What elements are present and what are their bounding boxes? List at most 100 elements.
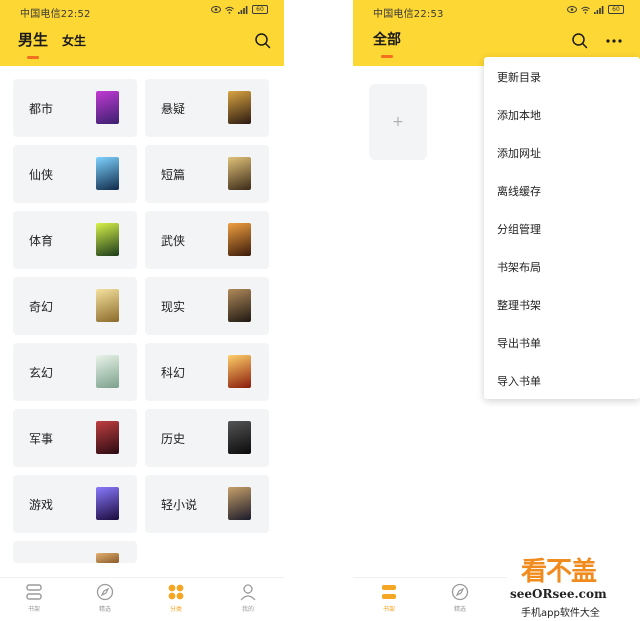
book-cover [96, 91, 119, 124]
book-cover [228, 355, 251, 388]
nav-featured[interactable]: 精选 [440, 583, 480, 613]
category-card-wuxia[interactable]: 武侠 [145, 211, 269, 269]
more-icon[interactable] [605, 32, 623, 50]
compass-icon [451, 583, 469, 601]
book-cover [228, 421, 251, 454]
nav-bookshelf[interactable]: 书架 [369, 583, 409, 613]
battery-icon: 60 [252, 5, 268, 14]
book-cover [228, 157, 251, 190]
category-card-sports[interactable]: 体育 [13, 211, 137, 269]
category-card-fantasy[interactable]: 奇幻 [13, 277, 137, 335]
category-card-scifi[interactable]: 科幻 [145, 343, 269, 401]
category-label: 玄幻 [29, 366, 54, 380]
nav-label: 分类 [169, 606, 182, 613]
bookshelf-icon [26, 584, 42, 600]
category-card-realistic[interactable]: 现实 [145, 277, 269, 335]
book-cover [228, 487, 251, 520]
profile-icon [240, 584, 256, 601]
screenshot-root: 中国电信22:52 60 男生 女生 都市 悬疑 仙侠 短篇 体育 武侠 奇幻 … [0, 0, 640, 621]
book-cover [96, 421, 119, 454]
signal-icon [594, 5, 604, 14]
menu-item-import-list[interactable]: 导入书单 [497, 373, 541, 389]
category-label: 武侠 [161, 234, 186, 248]
category-card-short[interactable]: 短篇 [145, 145, 269, 203]
book-cover [228, 289, 251, 322]
book-cover [96, 553, 119, 563]
battery-icon: 60 [608, 5, 624, 14]
menu-item-update-catalog[interactable]: 更新目录 [497, 69, 541, 85]
menu-item-shelf-layout[interactable]: 书架布局 [497, 259, 541, 275]
nav-label: 精选 [98, 606, 111, 613]
category-label: 都市 [29, 102, 54, 116]
category-card-xuanhuan[interactable]: 玄幻 [13, 343, 137, 401]
book-cover [96, 487, 119, 520]
category-card-game[interactable]: 游戏 [13, 475, 137, 533]
compass-icon [96, 583, 114, 601]
menu-item-add-url[interactable]: 添加网址 [497, 145, 541, 161]
tab-female[interactable]: 女生 [62, 32, 86, 49]
category-label: 悬疑 [161, 102, 186, 116]
category-label: 仙侠 [29, 168, 54, 182]
watermark-mark: 看不盖 [521, 551, 597, 588]
nav-label: 精选 [453, 606, 466, 613]
category-card-urban[interactable]: 都市 [13, 79, 137, 137]
wifi-icon [581, 6, 590, 14]
book-cover [96, 355, 119, 388]
watermark-subtitle: 手机app软件大全 [521, 608, 600, 619]
tab-male[interactable]: 男生 [18, 29, 48, 59]
eye-icon [211, 6, 221, 13]
status-carrier-time: 中国电信22:52 [20, 9, 91, 20]
wifi-icon [225, 6, 234, 14]
category-label: 游戏 [29, 498, 54, 512]
category-card-military[interactable]: 军事 [13, 409, 137, 467]
top-app-bar: 中国电信22:52 60 男生 女生 [0, 0, 284, 66]
category-card-light-novel[interactable]: 轻小说 [145, 475, 269, 533]
menu-item-offline-cache[interactable]: 离线缓存 [497, 183, 541, 199]
status-bar: 中国电信22:52 60 [0, 4, 284, 20]
category-label: 奇幻 [29, 300, 54, 314]
watermark-logo: 看不盖 seeORsee.com 手机app软件大全 [507, 549, 640, 621]
category-label: 体育 [29, 234, 54, 248]
menu-item-export-list[interactable]: 导出书单 [497, 335, 541, 351]
nav-label: 书架 [382, 606, 395, 613]
status-icons: 60 [211, 5, 268, 14]
screen-gap [284, 0, 353, 621]
category-label: 历史 [161, 432, 186, 446]
book-cover [96, 157, 119, 190]
menu-item-organize-shelf[interactable]: 整理书架 [497, 297, 541, 313]
nav-category[interactable]: 分类 [156, 583, 196, 613]
add-book-button[interactable]: + [369, 84, 427, 160]
category-label: 科幻 [161, 366, 186, 380]
nav-profile[interactable]: 我的 [228, 583, 268, 613]
category-card-history[interactable]: 历史 [145, 409, 269, 467]
search-icon[interactable] [254, 32, 272, 50]
eye-icon [567, 6, 577, 13]
category-label: 轻小说 [161, 498, 198, 512]
category-label: 短篇 [161, 168, 186, 182]
book-cover [228, 91, 251, 124]
menu-item-add-local[interactable]: 添加本地 [497, 107, 541, 123]
status-carrier-time: 中国电信22:53 [373, 9, 444, 20]
nav-label: 我的 [241, 606, 254, 613]
signal-icon [238, 5, 248, 14]
search-icon[interactable] [571, 32, 589, 50]
overflow-menu: 更新目录 添加本地 添加网址 离线缓存 分组管理 书架布局 整理书架 导出书单 … [484, 57, 640, 399]
watermark-mark-a: 看不 [521, 557, 572, 587]
book-cover [228, 223, 251, 256]
category-label: 军事 [29, 432, 54, 446]
category-icon [168, 584, 184, 600]
category-screen: 中国电信22:52 60 男生 女生 都市 悬疑 仙侠 短篇 体育 武侠 奇幻 … [0, 0, 284, 621]
menu-item-group-manage[interactable]: 分组管理 [497, 221, 541, 237]
nav-bookshelf[interactable]: 书架 [14, 583, 54, 613]
category-card-partial[interactable] [13, 541, 137, 563]
nav-label: 书架 [27, 606, 40, 613]
page-title[interactable]: 全部 [373, 29, 401, 58]
status-bar: 中国电信22:53 60 [353, 4, 640, 20]
status-icons: 60 [567, 5, 624, 14]
category-card-xianxia[interactable]: 仙侠 [13, 145, 137, 203]
category-label: 现实 [161, 300, 186, 314]
nav-featured[interactable]: 精选 [85, 583, 125, 613]
category-card-mystery[interactable]: 悬疑 [145, 79, 269, 137]
watermark-mark-b: 盖 [571, 557, 597, 587]
book-cover [96, 289, 119, 322]
